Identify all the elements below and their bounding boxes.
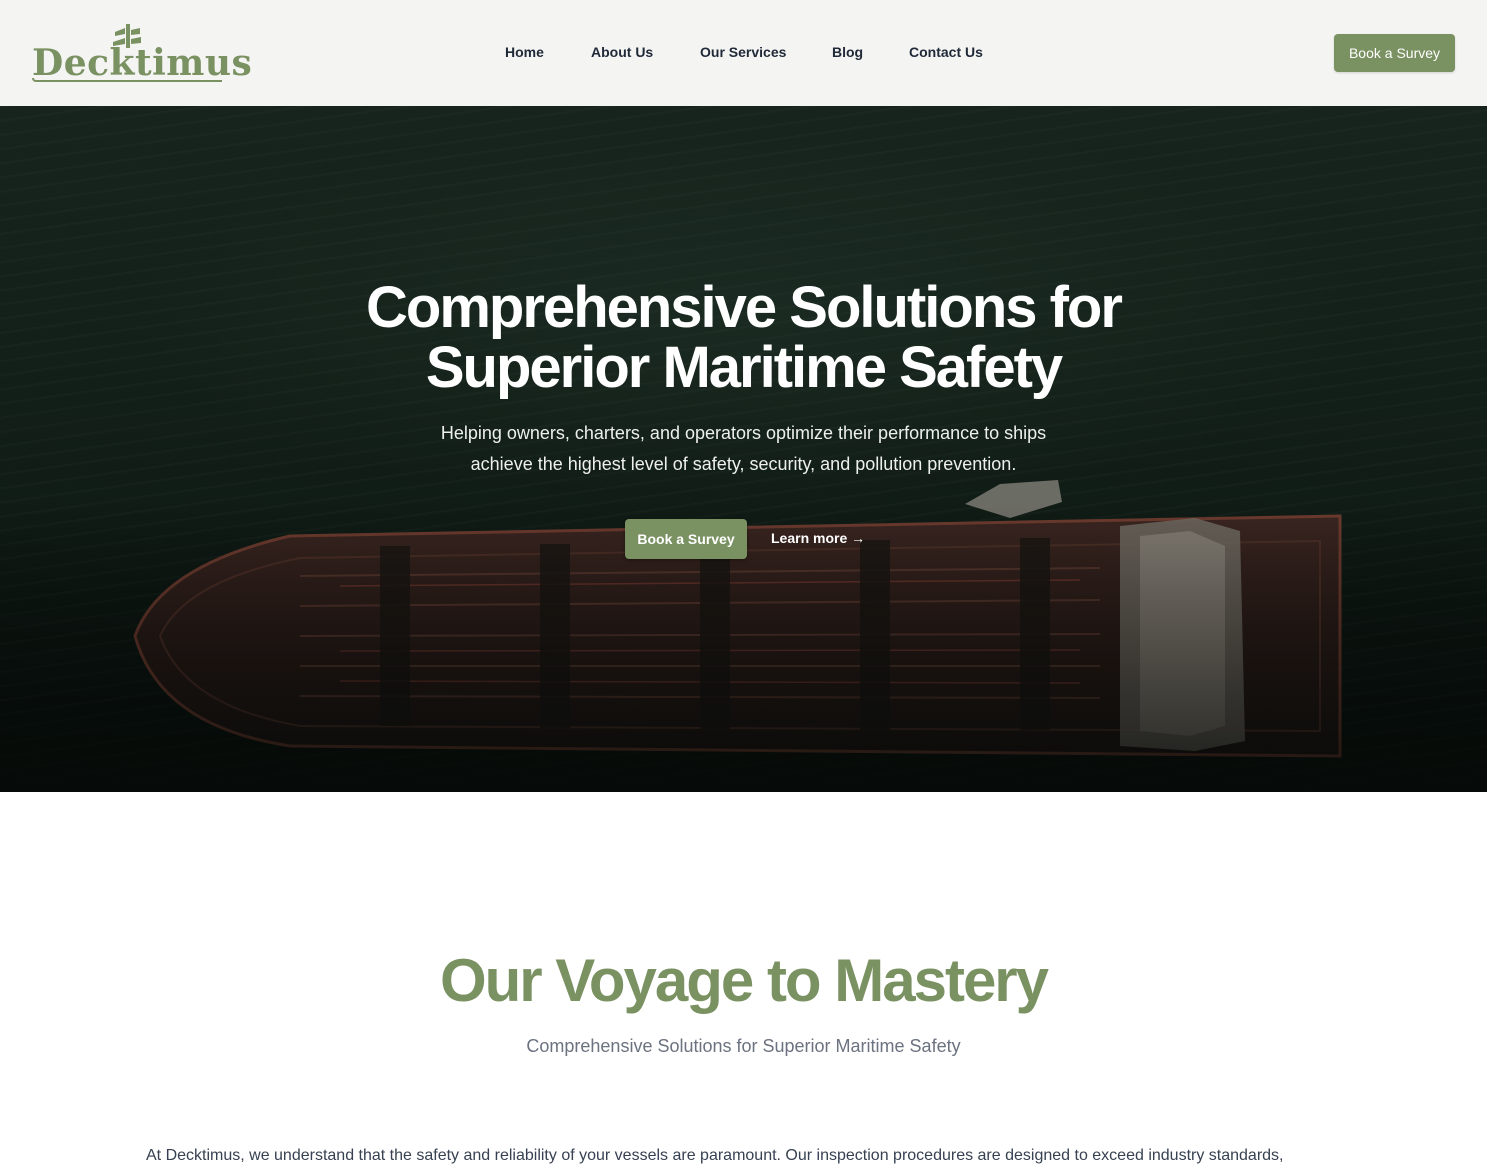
- hero-subtitle: Helping owners, charters, and operators …: [0, 418, 1487, 480]
- hero-book-survey-button[interactable]: Book a Survey: [625, 519, 747, 559]
- nav-blog[interactable]: Blog: [832, 44, 863, 60]
- hero-title: Comprehensive Solutions for Superior Mar…: [0, 278, 1487, 398]
- nav-about-us[interactable]: About Us: [591, 44, 653, 60]
- nav-home[interactable]: Home: [505, 44, 544, 60]
- nav-our-services[interactable]: Our Services: [700, 44, 786, 60]
- hero-subtitle-line-1: Helping owners, charters, and operators …: [440, 423, 1047, 443]
- header-book-survey-button[interactable]: Book a Survey: [1334, 34, 1455, 72]
- logo-underline: [32, 78, 222, 82]
- site-header: Decktimus Home About Us Our Services Blo…: [0, 0, 1487, 106]
- nav-contact-us[interactable]: Contact Us: [909, 44, 983, 60]
- hero-subtitle-line-2: achieve the highest level of safety, sec…: [470, 454, 1017, 474]
- section-subtitle: Comprehensive Solutions for Superior Mar…: [526, 1036, 961, 1056]
- section-body-text: At Decktimus, we understand that the saf…: [146, 1147, 1284, 1164]
- hero-learn-more-link[interactable]: Learn more →: [771, 530, 865, 546]
- main-nav: Home About Us Our Services Blog Contact …: [0, 44, 1487, 64]
- hero-title-line-1: Comprehensive Solutions for: [366, 275, 1123, 340]
- hero-title-line-2: Superior Maritime Safety: [425, 335, 1063, 400]
- hero-section: Comprehensive Solutions for Superior Mar…: [0, 106, 1487, 792]
- section-title: Our Voyage to Mastery: [439, 947, 1049, 1014]
